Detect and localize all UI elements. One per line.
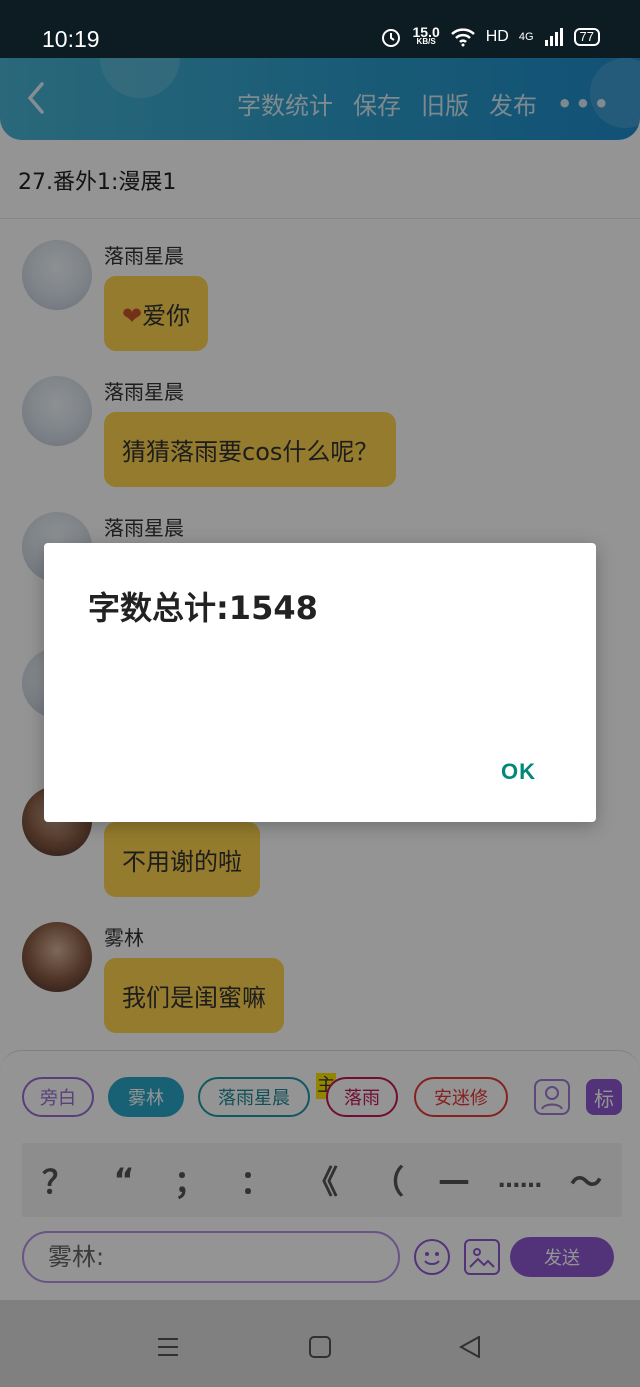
status-time: 10:19 [42, 26, 100, 52]
word-count-dialog: 字数总计:1548 OK [44, 543, 596, 822]
net-speed-value: 15.0 [412, 24, 440, 40]
net-speed-unit: KB/S [416, 37, 436, 46]
signal-icon [544, 28, 563, 46]
hd-label: HD [485, 28, 509, 45]
signal-label: 4G [518, 31, 534, 43]
wifi-icon [450, 28, 475, 47]
status-bar: 10:19 15.0 KB/S HD 4G 77 [0, 0, 640, 58]
ok-button[interactable]: OK [501, 759, 536, 785]
status-icons: 15.0 KB/S HD 4G 77 [380, 24, 600, 48]
dialog-message: 字数总计:1548 [88, 589, 318, 627]
battery-indicator: 77 [573, 28, 600, 46]
alarm-icon [382, 29, 401, 47]
net-speed: 15.0 KB/S [412, 24, 440, 47]
